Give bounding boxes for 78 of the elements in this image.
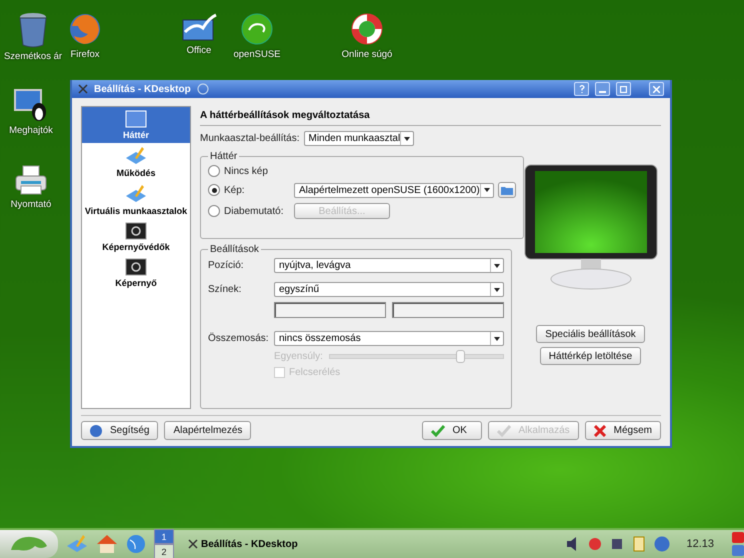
screen-gear-icon — [125, 222, 147, 240]
desktop-icon-label[interactable]: Nyomtató — [10, 199, 52, 210]
dropdown-arrow-icon — [494, 336, 500, 340]
side-button[interactable]: Speciális beállítások — [536, 325, 645, 343]
section-heading: A háttérbeállítások megváltoztatása — [200, 106, 661, 126]
field-label: Összemosás: — [208, 333, 270, 344]
desktop-icon-label[interactable]: Office — [186, 45, 212, 56]
defaults-button[interactable]: Alapértelmezés — [164, 421, 252, 440]
globe-icon[interactable] — [126, 534, 146, 554]
sidebar-item[interactable]: Virtuális munkaasztalok — [82, 181, 190, 219]
seagull-document-icon[interactable] — [181, 12, 217, 42]
radio-label: Nincs kép — [224, 166, 268, 176]
dialog-button[interactable]: OK — [422, 421, 482, 440]
dropdown[interactable]: Minden munkaasztal — [304, 131, 414, 146]
sidebar-item[interactable]: Képernyővédők — [82, 219, 190, 255]
close-icon — [653, 86, 660, 92]
sidebar-item[interactable]: Háttér — [82, 107, 190, 143]
printer-icon[interactable] — [13, 164, 49, 196]
field-label: Színek: — [208, 284, 242, 295]
field-label: Munkaasztal-beállítás: — [200, 133, 300, 144]
desktop-icon-label[interactable]: Meghajtók — [9, 125, 53, 136]
lifebuoy-icon[interactable] — [350, 12, 384, 46]
dialog-button[interactable]: Mégsem — [584, 421, 661, 440]
dropdown-arrow-icon — [494, 288, 500, 292]
maximize-button[interactable] — [616, 82, 631, 96]
sidebar-item[interactable]: Működés — [82, 143, 190, 181]
sidebar-item[interactable]: Képernyő — [82, 255, 190, 291]
dropdown[interactable]: egyszínű — [274, 282, 504, 297]
side-button[interactable]: Háttérkép letöltése — [540, 347, 642, 365]
radio-label: Kép: — [224, 184, 246, 196]
group-title: Háttér — [209, 151, 238, 162]
help-button[interactable]: Segítség — [81, 421, 158, 440]
dropdown[interactable]: nincs összemosás — [274, 331, 504, 346]
power-icon[interactable] — [732, 532, 744, 556]
field-label: Pozíció: — [208, 260, 245, 271]
cross-icon — [594, 424, 606, 436]
dropdown[interactable]: Alapértelmezett openSUSE (1600x1200) — [294, 182, 494, 198]
desktop-icon-label[interactable]: Szemétkos ár — [4, 51, 62, 62]
dropdown[interactable]: nyújtva, levágva — [274, 258, 504, 273]
check-icon — [496, 424, 510, 436]
home-icon[interactable] — [96, 534, 118, 554]
minimize-button[interactable] — [595, 82, 610, 96]
close-button[interactable] — [649, 82, 664, 96]
color-field[interactable] — [274, 302, 386, 318]
globe-fox-icon[interactable] — [68, 12, 102, 46]
monitor-icon — [125, 110, 147, 128]
check-icon — [430, 424, 444, 436]
desktop-icon-label[interactable]: openSUSE — [233, 49, 280, 60]
cross-icon — [188, 539, 198, 549]
radio-button[interactable] — [208, 184, 220, 196]
desktop-pager-button[interactable]: 2 — [154, 544, 174, 558]
monitor-penguin-icon[interactable] — [13, 88, 49, 122]
desktop-pager-button[interactable]: 1 — [154, 529, 174, 544]
clock: 12.13 — [686, 538, 714, 550]
question-mark-icon — [578, 85, 584, 93]
help-button[interactable] — [574, 82, 589, 96]
color-field[interactable] — [392, 302, 504, 318]
cross-icon — [78, 84, 88, 94]
desktop-icon-label[interactable]: Firefox — [70, 49, 100, 60]
desktop-icon-label[interactable]: Online súgó — [342, 49, 392, 60]
group-title: Beállítások — [209, 244, 260, 255]
dropdown-arrow-icon — [484, 188, 490, 192]
taskbar-window-button[interactable]: Beállítás - KDesktop — [182, 531, 558, 557]
radio-button[interactable] — [208, 205, 220, 217]
screen-gear-icon — [125, 258, 147, 276]
radio-label: Diabemutató: — [224, 206, 284, 216]
pencil-paper-icon[interactable] — [66, 534, 88, 554]
dropdown-arrow-icon — [494, 264, 500, 268]
ball-logo-icon[interactable] — [240, 12, 274, 46]
radio-button[interactable] — [208, 165, 220, 177]
pencil-paper-icon — [125, 184, 147, 204]
open-folder-button[interactable] — [498, 182, 516, 198]
folder-icon — [500, 185, 513, 195]
window-title: Beállítás - KDesktop — [94, 84, 191, 94]
start-button[interactable] — [0, 530, 58, 558]
pencil-paper-icon — [125, 146, 147, 166]
maximize-icon — [620, 86, 627, 92]
dropdown-arrow-icon — [404, 136, 410, 140]
